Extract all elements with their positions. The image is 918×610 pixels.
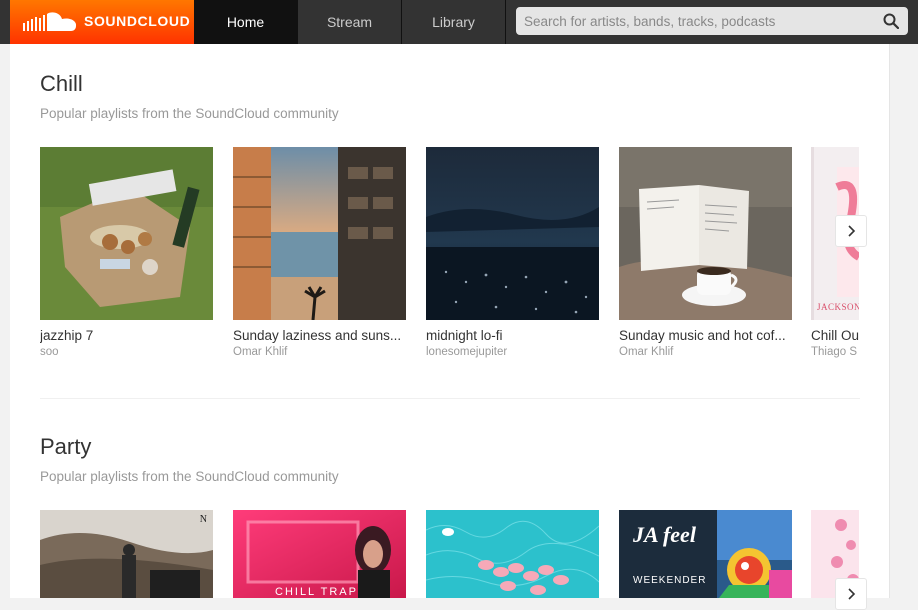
playlist-card[interactable]: JA feel WEEKENDER	[619, 510, 792, 598]
pool-flamingo-artwork	[426, 510, 599, 598]
playlist-artwork[interactable]	[233, 147, 406, 320]
playlist-owner[interactable]: Omar Khlif	[233, 346, 406, 358]
playlist-card[interactable]: Sunday laziness and suns... Omar Khlif	[233, 147, 406, 358]
playlist-owner[interactable]: Thiago S	[811, 346, 859, 358]
book-coffee-artwork	[619, 147, 792, 320]
playlist-title[interactable]: midnight lo-fi	[426, 328, 599, 343]
section-subtitle: Popular playlists from the SoundCloud co…	[40, 106, 339, 121]
hillside-artwork	[40, 510, 213, 598]
section-title-chill[interactable]: Chill	[40, 71, 83, 97]
artwork-text: CHILL TRAP	[275, 586, 358, 598]
tab-stream[interactable]: Stream	[298, 0, 402, 44]
playlist-card[interactable]	[426, 510, 599, 598]
playlist-artwork[interactable]	[426, 147, 599, 320]
playlist-card[interactable]: jazzhip 7 soo	[40, 147, 213, 358]
carousel-next-button[interactable]	[835, 215, 867, 247]
main-content: Chill Popular playlists from the SoundCl…	[10, 44, 890, 610]
top-header: SOUNDCLOUD Home Stream Library	[0, 0, 918, 44]
playlist-artwork[interactable]	[426, 510, 599, 598]
playlist-artwork[interactable]	[619, 147, 792, 320]
playlist-title[interactable]: Sunday laziness and suns...	[233, 328, 406, 343]
playlist-title[interactable]: Chill Ou	[811, 328, 859, 343]
tab-label: Stream	[326, 14, 373, 30]
playlist-artwork[interactable]: N	[40, 510, 213, 598]
chevron-right-icon	[848, 588, 856, 600]
search-box	[516, 7, 908, 35]
search-input[interactable]	[517, 8, 877, 34]
soundcloud-logo[interactable]: SOUNDCLOUD	[10, 0, 194, 44]
sunset-balcony-artwork	[233, 147, 406, 320]
artwork-text: JA feel	[633, 522, 696, 547]
playlist-card[interactable]: CHILL TRAP	[233, 510, 406, 598]
section-title-party[interactable]: Party	[40, 434, 91, 460]
tab-home[interactable]: Home	[194, 0, 298, 44]
tab-label: Library	[432, 14, 475, 30]
artwork-subtext: WEEKENDER	[633, 575, 707, 586]
picnic-artwork	[40, 147, 213, 320]
artwork-text: N	[199, 514, 207, 525]
playlist-title[interactable]: jazzhip 7	[40, 328, 213, 343]
playlist-title[interactable]: Sunday music and hot cof...	[619, 328, 792, 343]
playlist-artwork[interactable]	[40, 147, 213, 320]
playlist-owner[interactable]: soo	[40, 346, 213, 358]
artwork-text: JACKSON	[817, 302, 859, 312]
playlist-card[interactable]: midnight lo-fi lonesomejupiter	[426, 147, 599, 358]
playlist-owner[interactable]: Omar Khlif	[619, 346, 792, 358]
brand-name: SOUNDCLOUD	[84, 13, 191, 29]
section-subtitle: Popular playlists from the SoundCloud co…	[40, 469, 339, 484]
soundcloud-cloud-icon	[23, 12, 77, 32]
section-divider	[40, 398, 860, 399]
playlist-owner[interactable]: lonesomejupiter	[426, 346, 599, 358]
playlist-card[interactable]: Sunday music and hot cof... Omar Khlif	[619, 147, 792, 358]
chevron-right-icon	[848, 225, 856, 237]
tab-label: Home	[226, 14, 265, 30]
carousel-next-button[interactable]	[835, 578, 867, 610]
playlist-artwork[interactable]: CHILL TRAP	[233, 510, 406, 598]
search-icon[interactable]	[883, 13, 899, 29]
chill-trap-artwork	[233, 510, 406, 598]
playlist-card[interactable]: JACKSON Chill Ou Thiago S	[811, 147, 859, 358]
night-city-artwork	[426, 147, 599, 320]
playlist-artwork[interactable]: JA feel WEEKENDER	[619, 510, 792, 598]
playlist-card[interactable]: N	[40, 510, 213, 598]
tab-library[interactable]: Library	[402, 0, 506, 44]
